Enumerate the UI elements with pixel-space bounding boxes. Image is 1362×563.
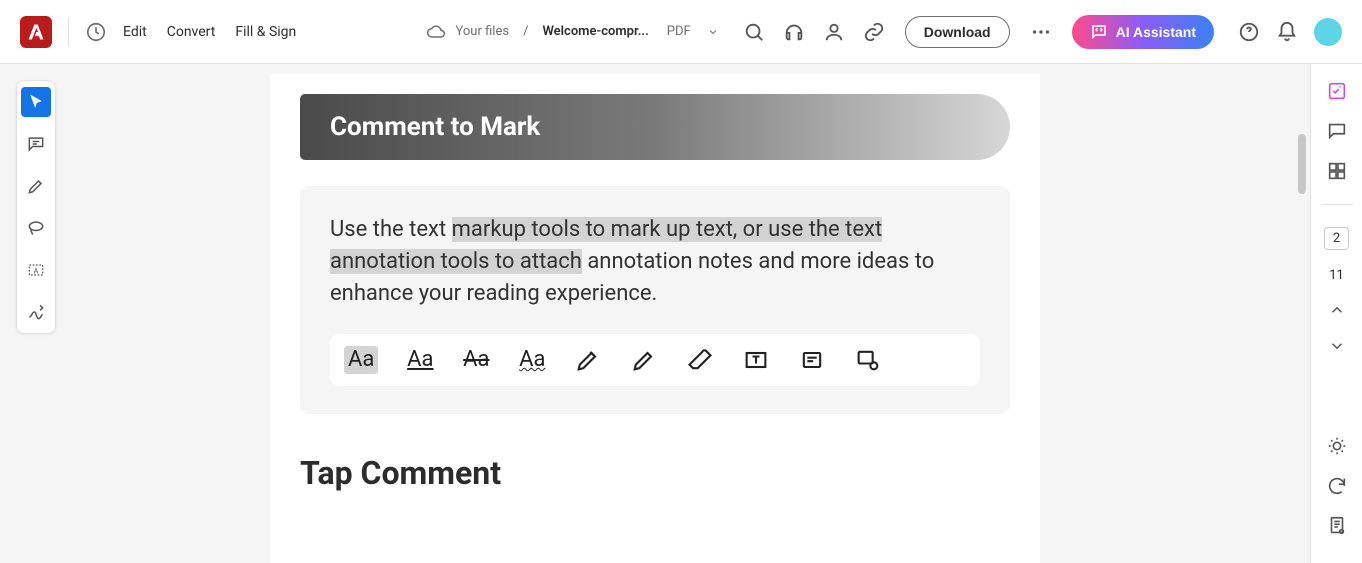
- thumbnails-icon[interactable]: [1326, 160, 1348, 182]
- person-icon[interactable]: [823, 21, 845, 43]
- page-display-icon[interactable]: [1326, 515, 1348, 537]
- markup-toolbar: Aa Aa Aa Aa: [330, 334, 980, 386]
- breadcrumb-root[interactable]: Your files: [456, 24, 510, 39]
- cloud-icon: [426, 22, 446, 42]
- chat-icon: [1090, 23, 1108, 41]
- scrollbar[interactable]: [1296, 64, 1308, 563]
- topbar: Edit Convert Fill & Sign Your files / We…: [0, 0, 1362, 64]
- breadcrumb-separator: /: [523, 24, 528, 39]
- underline-tool-icon[interactable]: Aa: [406, 346, 434, 374]
- highlighter-tool-icon[interactable]: [630, 346, 658, 374]
- pdf-page: Comment to Mark Use the text markup tool…: [270, 74, 1040, 563]
- brightness-icon[interactable]: [1326, 435, 1348, 457]
- comment-tool[interactable]: [21, 129, 51, 159]
- body-text[interactable]: Use the text markup tools to mark up tex…: [330, 214, 980, 310]
- content-card: Use the text markup tools to mark up tex…: [300, 186, 1010, 414]
- total-pages: 11: [1329, 268, 1344, 283]
- headphones-icon[interactable]: [783, 21, 805, 43]
- bell-icon[interactable]: [1276, 21, 1298, 43]
- page-down-icon[interactable]: [1328, 337, 1346, 355]
- page-up-icon[interactable]: [1328, 301, 1346, 319]
- breadcrumb-area: Your files / Welcome-compr... PDF Downlo…: [426, 15, 1343, 49]
- note-tool-icon[interactable]: [798, 346, 826, 374]
- adobe-logo[interactable]: [20, 16, 52, 48]
- link-icon[interactable]: [863, 21, 885, 43]
- rotate-icon[interactable]: [1326, 475, 1348, 497]
- divider: [68, 18, 69, 46]
- download-button[interactable]: Download: [905, 16, 1010, 48]
- ai-panel-icon[interactable]: [1326, 80, 1348, 102]
- highlight-tool-icon[interactable]: Aa: [344, 346, 378, 374]
- select-tool[interactable]: [21, 87, 51, 117]
- more-icon[interactable]: [1030, 21, 1052, 43]
- scroll-thumb[interactable]: [1298, 134, 1306, 194]
- stamp-tool-icon[interactable]: [854, 346, 882, 374]
- squiggly-tool-icon[interactable]: Aa: [518, 346, 546, 374]
- top-right: [1238, 18, 1342, 46]
- chevron-down-icon[interactable]: [707, 26, 719, 38]
- document-area: Comment to Mark Use the text markup tool…: [0, 64, 1310, 563]
- avatar[interactable]: [1314, 18, 1342, 46]
- left-toolbar: A: [16, 80, 56, 334]
- draw-tool[interactable]: [21, 171, 51, 201]
- eraser-tool-icon[interactable]: [686, 346, 714, 374]
- menu-edit[interactable]: Edit: [119, 18, 151, 46]
- marker-tool-icon[interactable]: [574, 346, 602, 374]
- right-rail: 2 11: [1310, 64, 1362, 563]
- sign-tool[interactable]: [21, 297, 51, 327]
- help-icon[interactable]: [1238, 21, 1260, 43]
- strikethrough-tool-icon[interactable]: Aa: [462, 346, 490, 374]
- text-box-tool-icon[interactable]: [742, 346, 770, 374]
- ai-assistant-label: AI Assistant: [1116, 24, 1196, 40]
- menu-fillsign[interactable]: Fill & Sign: [231, 18, 300, 46]
- lasso-tool[interactable]: [21, 213, 51, 243]
- text-select-tool[interactable]: A: [21, 255, 51, 285]
- body-pre: Use the text: [330, 217, 452, 242]
- section-heading: Tap Comment: [300, 454, 1010, 492]
- menu-convert[interactable]: Convert: [163, 18, 220, 46]
- breadcrumb-filename[interactable]: Welcome-compr...: [542, 24, 648, 39]
- ai-assistant-button[interactable]: AI Assistant: [1072, 15, 1214, 49]
- svg-text:A: A: [34, 266, 39, 275]
- current-page[interactable]: 2: [1324, 227, 1349, 250]
- top-actions: [743, 21, 885, 43]
- comments-panel-icon[interactable]: [1326, 120, 1348, 142]
- recent-icon[interactable]: [85, 21, 107, 43]
- filetype-label: PDF: [667, 24, 691, 39]
- rail-divider: [1321, 204, 1353, 205]
- section-banner: Comment to Mark: [300, 94, 1010, 160]
- search-icon[interactable]: [743, 21, 765, 43]
